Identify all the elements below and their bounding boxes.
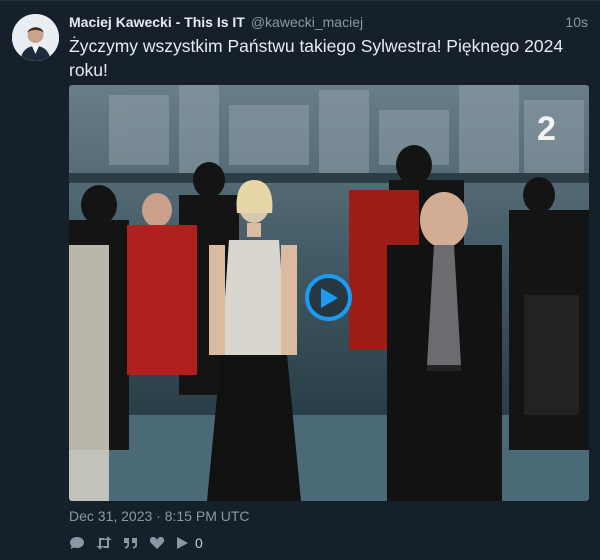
play-icon	[177, 537, 188, 549]
author-name[interactable]: Maciej Kawecki - This Is IT	[69, 14, 245, 30]
tweet-timestamp[interactable]: Dec 31, 2023 · 8:15 PM UTC	[69, 508, 250, 524]
heart-icon	[149, 537, 165, 549]
views-button[interactable]: 0	[175, 535, 203, 551]
quote-button[interactable]	[123, 536, 139, 550]
tweet-actions: 0	[69, 533, 203, 553]
tweet-card[interactable]: Maciej Kawecki - This Is IT @kawecki_mac…	[0, 0, 600, 560]
retweet-button[interactable]	[95, 536, 113, 550]
author-handle[interactable]: @kawecki_maciej	[251, 14, 363, 30]
reply-button[interactable]	[69, 536, 85, 550]
like-button[interactable]	[149, 536, 165, 550]
reply-icon	[70, 537, 84, 549]
play-icon	[321, 288, 338, 308]
retweet-icon	[96, 536, 112, 550]
view-count: 0	[195, 535, 203, 551]
tweet-text: Życzymy wszystkim Państwu takiego Sylwes…	[69, 36, 564, 80]
author-avatar[interactable]	[12, 14, 59, 61]
avatar-portrait	[12, 14, 59, 61]
relative-time[interactable]: 10s	[565, 14, 590, 30]
quote-icon	[124, 538, 137, 549]
video-player[interactable]: 2	[69, 85, 589, 501]
channel-logo: 2	[537, 110, 556, 148]
play-button[interactable]	[305, 274, 352, 321]
tweet-header: Maciej Kawecki - This Is IT @kawecki_mac…	[69, 12, 590, 32]
